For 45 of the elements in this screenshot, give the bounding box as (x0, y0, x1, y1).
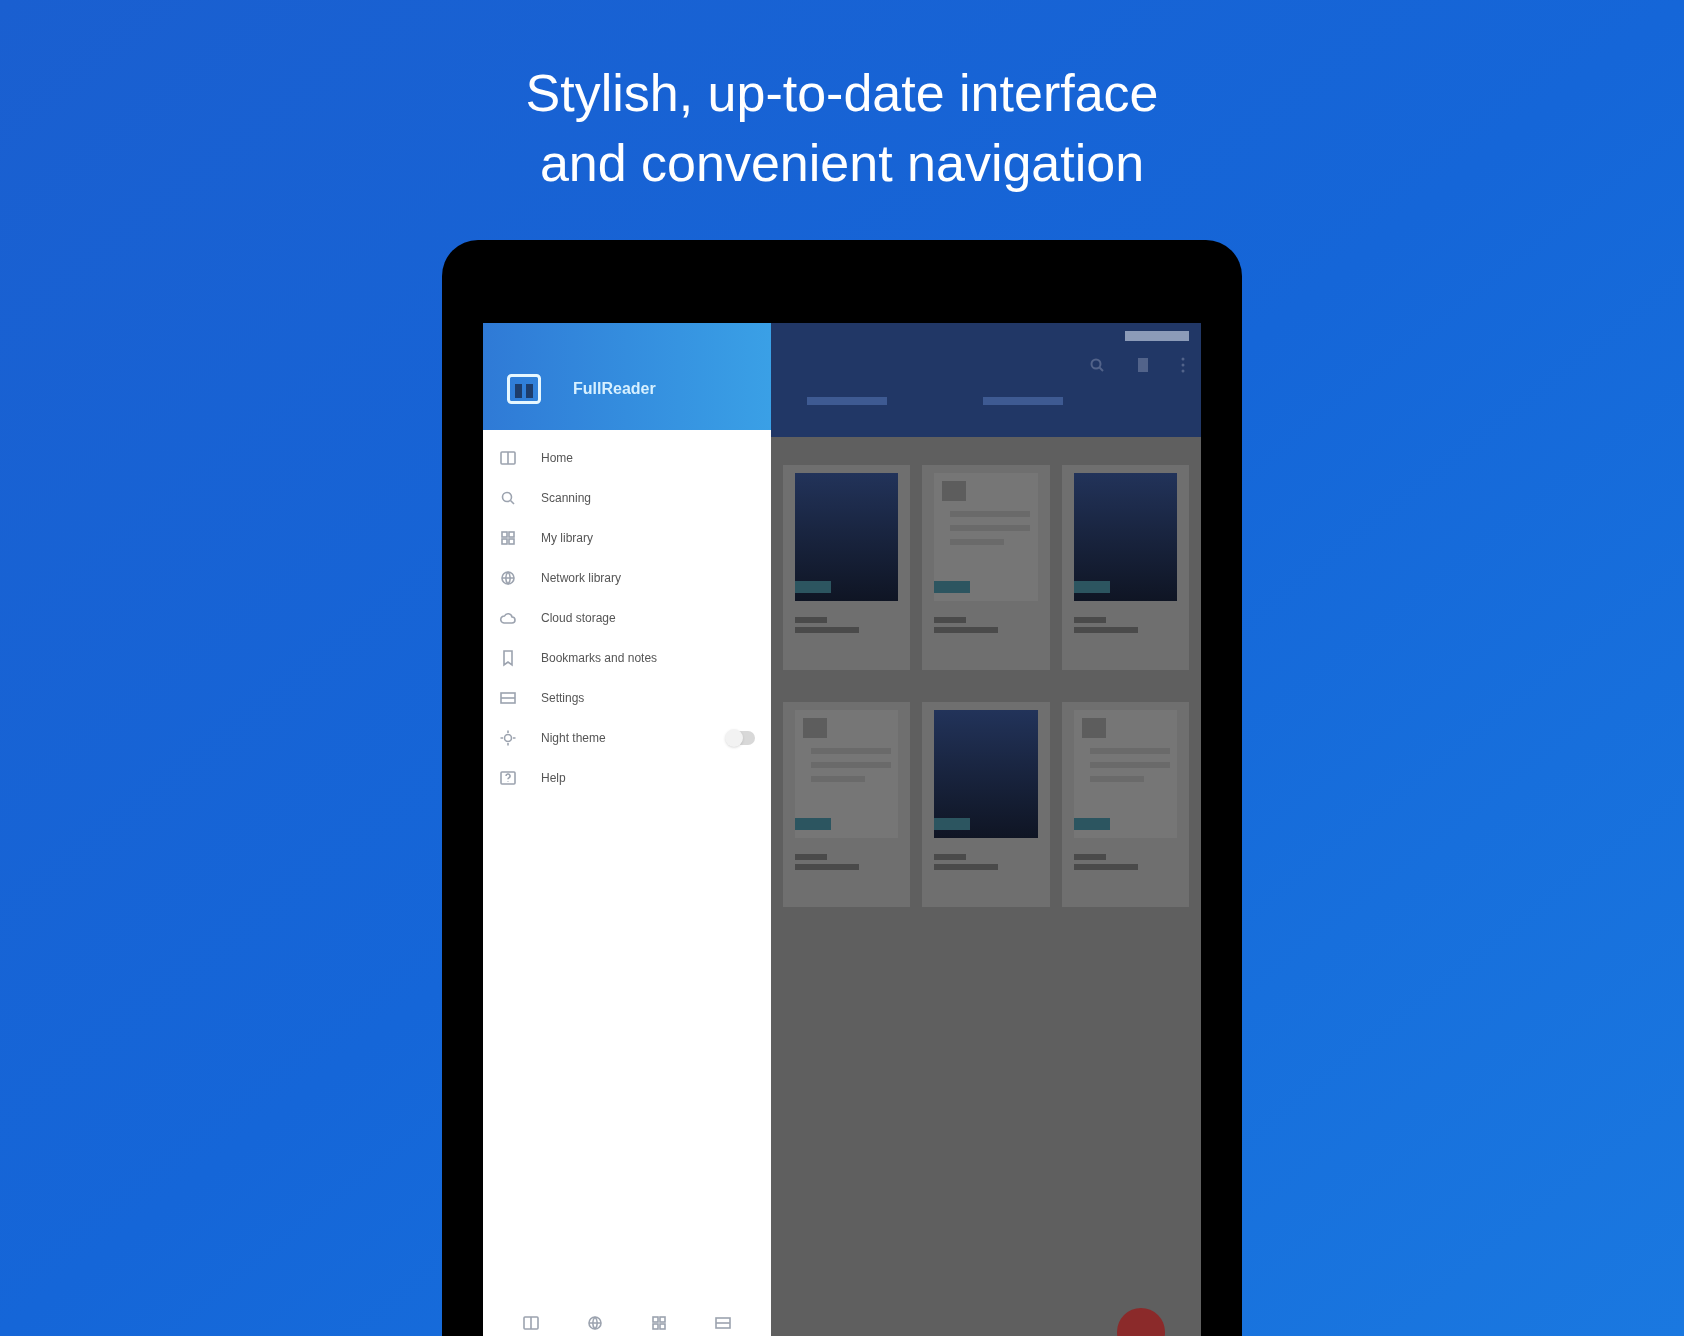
drawer-item[interactable]: Help (483, 758, 771, 798)
search-icon (499, 489, 517, 507)
more-icon[interactable] (1181, 357, 1185, 373)
blurred-caption (795, 854, 859, 870)
book-card[interactable] (783, 702, 911, 907)
badge (795, 818, 831, 830)
headline: and convenient navigation (539, 133, 1145, 194)
book-card[interactable] (783, 465, 911, 670)
book-card[interactable] (1061, 465, 1189, 670)
headline: Stylish, up-to-date interface (525, 63, 1159, 124)
drawer-item[interactable]: Bookmarks and notes (483, 638, 771, 678)
badge (934, 818, 971, 830)
drawer-item[interactable]: Night theme (483, 718, 771, 758)
blurred-caption (1073, 617, 1138, 633)
drawer-item[interactable]: Cloud storage (483, 598, 771, 638)
blurred-caption (795, 617, 859, 633)
badge (1073, 581, 1110, 593)
list-icon (714, 1314, 732, 1332)
grid-icon (650, 1314, 668, 1332)
badge (934, 581, 971, 593)
badge (1073, 818, 1110, 830)
book-logo-icon (507, 373, 541, 404)
book-icon (499, 449, 517, 467)
toggle-switch[interactable] (727, 731, 755, 745)
drawer-item[interactable]: My library (483, 518, 771, 558)
grid-icon (499, 529, 517, 547)
drawer-item[interactable]: Network library (483, 558, 771, 598)
drawer-item[interactable]: Settings (483, 678, 771, 718)
list-icon (499, 689, 517, 707)
book-icon (522, 1314, 540, 1332)
book-card[interactable] (922, 465, 1050, 670)
blurred-caption (1073, 854, 1138, 870)
book-card[interactable] (922, 702, 1050, 907)
drawer-item[interactable]: Home (483, 438, 771, 478)
drawer-item[interactable]: Scanning (483, 478, 771, 518)
globe-icon (499, 569, 517, 587)
search-icon[interactable] (1089, 357, 1105, 373)
badge (795, 581, 831, 593)
book-card[interactable] (1061, 702, 1189, 907)
globe-icon (586, 1314, 604, 1332)
app-name: FullReader (573, 378, 656, 399)
blurred-caption (934, 854, 999, 870)
help-icon (499, 769, 517, 787)
sun-icon (499, 729, 517, 747)
blurred-caption (934, 617, 999, 633)
